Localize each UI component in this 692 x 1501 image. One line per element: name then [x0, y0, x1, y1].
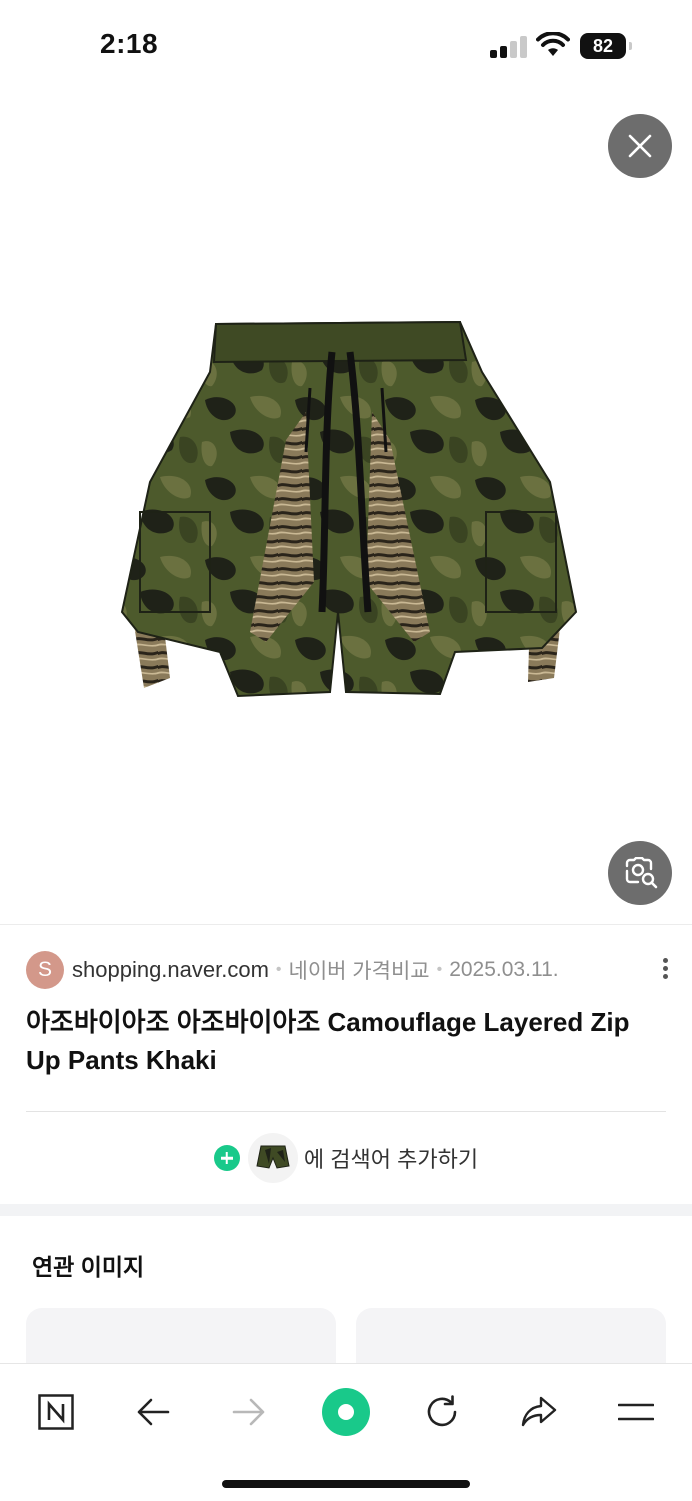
home-indicator[interactable]: [222, 1480, 470, 1488]
naver-home-icon: [38, 1394, 74, 1430]
green-dot-icon: [322, 1388, 370, 1436]
add-search-term-label: 에 검색어 추가하기: [303, 1147, 479, 1172]
image-search-button[interactable]: [608, 841, 672, 905]
naver-home-button[interactable]: [28, 1384, 84, 1440]
product-image[interactable]: [110, 312, 586, 704]
plus-icon: [213, 1145, 240, 1171]
forward-arrow-icon: [232, 1398, 265, 1426]
wifi-icon: [536, 32, 570, 56]
bottom-toolbar: [0, 1363, 692, 1501]
cellular-signal-icon: [490, 36, 528, 58]
separator-dot: •: [275, 961, 282, 978]
divider: [26, 1111, 666, 1112]
related-images-title: 연관 이미지: [32, 1254, 145, 1280]
source-row[interactable]: S shopping.naver.com • 네이버 가격비교 • 2025.0…: [26, 950, 668, 990]
separator-dot: •: [436, 961, 443, 978]
status-bar: 2:18 82: [0, 0, 692, 92]
battery-indicator: 82: [580, 33, 632, 59]
status-time: 2:18: [100, 28, 159, 59]
reload-button[interactable]: [414, 1384, 470, 1440]
product-thumbnail: [247, 1133, 298, 1183]
source-service: 네이버 가격비교: [288, 960, 430, 983]
close-button[interactable]: [608, 114, 672, 178]
green-dot-button[interactable]: [318, 1384, 374, 1440]
forward-button[interactable]: [221, 1384, 277, 1440]
product-title[interactable]: 아조바이아조 아조바이아조 Camouflage Layered Zip Up …: [26, 1003, 666, 1079]
more-vertical-icon[interactable]: [658, 956, 672, 984]
image-viewer: [0, 92, 692, 924]
source-date: 2025.03.11.: [449, 958, 559, 981]
share-icon: [521, 1396, 557, 1427]
share-button[interactable]: [511, 1384, 567, 1440]
menu-icon: [618, 1403, 654, 1421]
back-arrow-icon: [137, 1398, 170, 1426]
divider: [0, 924, 692, 925]
menu-button[interactable]: [608, 1384, 664, 1440]
source-domain[interactable]: shopping.naver.com: [72, 957, 269, 983]
reload-icon: [427, 1395, 457, 1427]
section-divider: [0, 1204, 692, 1216]
source-avatar: S: [26, 951, 64, 989]
back-button[interactable]: [125, 1384, 181, 1440]
close-icon: [628, 134, 652, 158]
add-search-term-button[interactable]: 에 검색어 추가하기: [0, 1132, 692, 1184]
image-search-icon: [625, 857, 658, 889]
